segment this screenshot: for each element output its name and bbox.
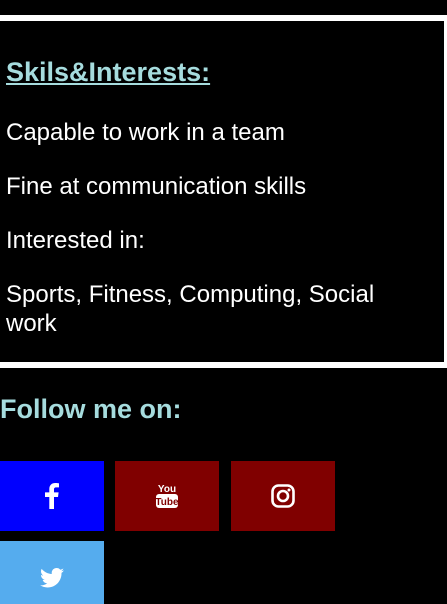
skill-communication: Fine at communication skills [6,173,307,200]
follow-heading: Follow me on: [0,394,182,424]
svg-text:Tube: Tube [155,497,179,508]
instagram-button[interactable] [231,461,335,531]
instagram-icon [271,484,295,508]
skill-teamwork: Capable to work in a team [6,119,285,146]
svg-text:You: You [158,484,176,495]
twitter-button[interactable] [0,541,104,604]
facebook-icon [45,483,59,509]
youtube-icon: You Tube [155,482,179,510]
facebook-button[interactable] [0,461,104,531]
twitter-icon [40,568,64,588]
skills-panel: Skils&Interests: Capable to work in a te… [0,15,447,368]
youtube-button[interactable]: You Tube [115,461,219,531]
interests-label: Interested in: [6,227,145,254]
skills-heading: Skils&Interests: [6,57,211,87]
interests-list: Sports, Fitness, Computing, Social work [6,281,375,337]
